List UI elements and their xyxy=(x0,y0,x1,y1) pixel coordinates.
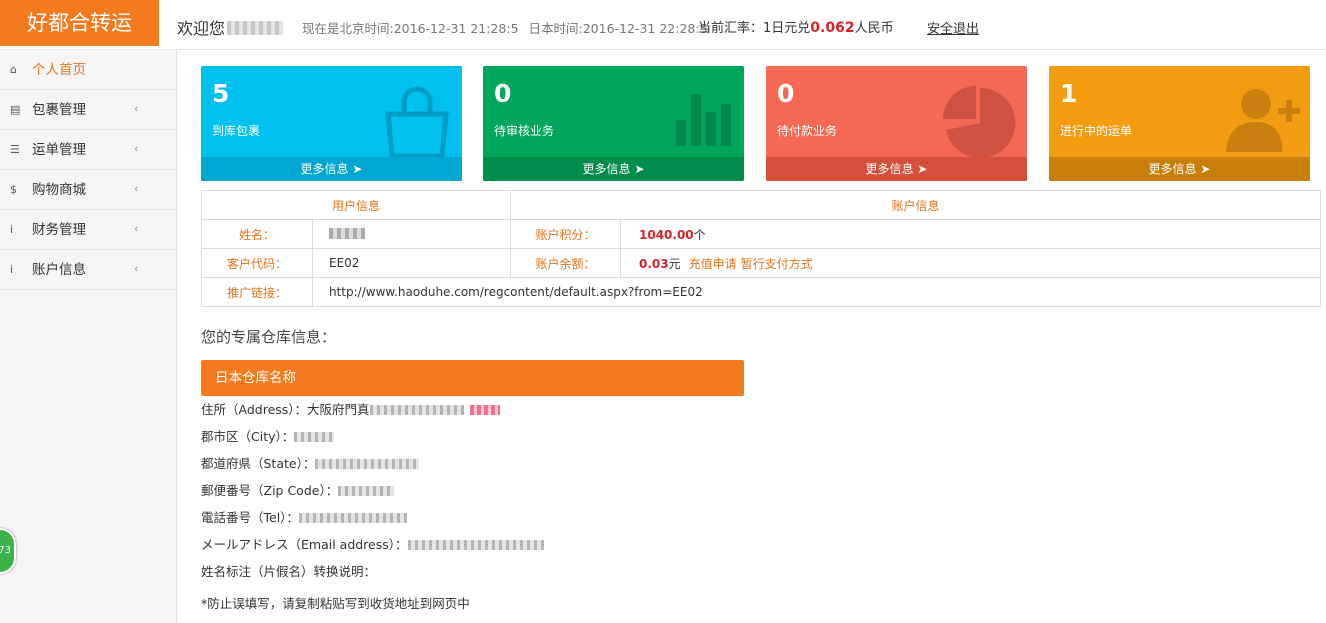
sidebar-item-waybills[interactable]: ☰ 运单管理 ‹ xyxy=(0,130,176,170)
home-icon: ⌂ xyxy=(10,63,17,76)
stat-value: 1 xyxy=(1060,79,1078,108)
table-row: 姓名： 账户积分： 1040.00个 xyxy=(201,219,1321,249)
balance-label: 账户余额： xyxy=(510,248,621,278)
warehouse-section-title: 您的专属仓库信息： xyxy=(201,328,337,346)
chevron-left-icon: ‹ xyxy=(134,262,139,275)
stat-value: 5 xyxy=(212,79,230,108)
sidebar-item-shop[interactable]: $ 购物商城 ‹ xyxy=(0,170,176,210)
stat-label: 待审核业务 xyxy=(494,124,555,138)
username-redacted xyxy=(227,21,284,35)
tel-line[interactable]: 電話番号（Tel）： xyxy=(201,504,744,531)
payment-method-link[interactable]: 暂行支付方式 xyxy=(741,257,813,271)
points-label: 账户积分： xyxy=(510,219,621,249)
points-value: 1040.00 xyxy=(639,227,694,242)
chevron-left-icon: ‹ xyxy=(134,142,139,155)
sidebar-item-home[interactable]: ⌂ 个人首页 xyxy=(0,50,176,90)
balance-value: 0.03 xyxy=(639,256,669,271)
more-info-link[interactable]: 更多信息 ➤ xyxy=(766,157,1027,181)
zip-line[interactable]: 郵便番号（Zip Code）： xyxy=(201,477,744,504)
stat-label: 进行中的运单 xyxy=(1060,124,1133,138)
pie-chart-icon xyxy=(943,86,1016,158)
japan-time: 日本时间:2016-12-31 22:28:5 xyxy=(528,21,708,36)
more-info-link[interactable]: 更多信息 ➤ xyxy=(1049,157,1310,181)
welcome-text: 欢迎您 xyxy=(177,15,284,39)
recharge-link[interactable]: 充值申请 xyxy=(689,257,737,271)
email-line[interactable]: メールアドレス（Email address）： xyxy=(201,531,744,558)
time-info: 现在是北京时间:2016-12-31 21:28:5 日本时间:2016-12-… xyxy=(302,18,714,37)
stat-card-active-waybills: 1 进行中的运单 更多信息 ➤ xyxy=(1049,66,1310,181)
name-value xyxy=(312,219,511,249)
account-info-header: 账户信息 xyxy=(510,190,1321,220)
name-label: 姓名： xyxy=(201,219,313,249)
sidebar-item-account[interactable]: i 账户信息 ‹ xyxy=(0,250,176,290)
exchange-rate: 当前汇率：1日元兑0.062人民币 xyxy=(698,20,894,36)
table-row: 用户信息 账户信息 xyxy=(201,190,1321,220)
more-info-link[interactable]: 更多信息 ➤ xyxy=(483,157,744,181)
stat-value: 0 xyxy=(777,79,795,108)
bar-chart-icon xyxy=(676,94,731,146)
stat-card-pending-review: 0 待审核业务 更多信息 ➤ xyxy=(483,66,744,181)
info-icon: i xyxy=(10,263,14,276)
dollar-icon: $ xyxy=(10,183,17,196)
stat-card-arrived-packages: 5 到库包裹 更多信息 ➤ xyxy=(201,66,462,181)
sidebar-item-packages[interactable]: ▤ 包裹管理 ‹ xyxy=(0,90,176,130)
top-header: 好都合转运 欢迎您 现在是北京时间:2016-12-31 21:28:5 日本时… xyxy=(0,0,1326,50)
chevron-left-icon: ‹ xyxy=(134,182,139,195)
chevron-left-icon: ‹ xyxy=(134,222,139,235)
stat-card-pending-payment: 0 待付款业务 更多信息 ➤ xyxy=(766,66,1027,181)
name-redacted xyxy=(329,228,365,239)
chevron-left-icon: ‹ xyxy=(134,102,139,115)
site-logo[interactable]: 好都合转运 xyxy=(0,0,159,46)
city-line[interactable]: 郡市区（City）： xyxy=(201,423,744,450)
balance-cell: 0.03元 充值申请 暂行支付方式 xyxy=(620,248,1321,278)
customer-code-label: 客户代码： xyxy=(201,248,313,278)
table-row: 推广链接： http://www.haoduhe.com/regcontent/… xyxy=(201,277,1321,307)
sidebar: ⌂ 个人首页 ▤ 包裹管理 ‹ ☰ 运单管理 ‹ $ 购物商城 ‹ i 财务管理… xyxy=(0,50,177,623)
table-row: 客户代码： EE02 账户余额： 0.03元 充值申请 暂行支付方式 xyxy=(201,248,1321,278)
referral-link-label: 推广链接： xyxy=(201,277,313,307)
stat-value: 0 xyxy=(494,79,512,108)
customer-code-value: EE02 xyxy=(312,248,511,278)
warehouse-panel: 日本仓库名称 住所（Address）：大阪府門真 郡市区（City）： 都道府県… xyxy=(201,360,744,623)
list-icon: ☰ xyxy=(10,143,20,156)
copy-note: *防止误填写，请复制粘贴写到收货地址到网页中 xyxy=(201,596,470,611)
state-line[interactable]: 都道府県（State）： xyxy=(201,450,744,477)
info-icon: i xyxy=(10,223,14,236)
sidebar-item-finance[interactable]: i 财务管理 ‹ xyxy=(0,210,176,250)
stat-label: 到库包裹 xyxy=(212,124,261,138)
points-cell: 1040.00个 xyxy=(620,219,1321,249)
user-add-icon xyxy=(1226,89,1300,152)
beijing-time: 现在是北京时间:2016-12-31 21:28:5 xyxy=(302,21,519,36)
more-info-link[interactable]: 更多信息 ➤ xyxy=(201,157,462,181)
address-line[interactable]: 住所（Address）：大阪府門真 xyxy=(201,396,744,423)
rate-value: 0.062 xyxy=(810,20,855,36)
shopping-bag-icon xyxy=(385,86,449,158)
inbox-icon: ▤ xyxy=(10,103,21,116)
account-info-table: 用户信息 账户信息 姓名： 账户积分： 1040.00个 客户代码： EE02 … xyxy=(201,190,1321,307)
stat-label: 待付款业务 xyxy=(777,124,838,138)
kana-line: 姓名标注（片假名）转换说明： xyxy=(201,564,377,579)
logout-link[interactable]: 安全退出 xyxy=(927,18,979,37)
warehouse-panel-title: 日本仓库名称 xyxy=(201,360,744,396)
user-info-header: 用户信息 xyxy=(201,190,511,220)
main-content: 5 到库包裹 更多信息 ➤ 0 待审核业务 更多信息 ➤ 0 待付款业务 更多信… xyxy=(177,50,1326,623)
referral-link-value[interactable]: http://www.haoduhe.com/regcontent/defaul… xyxy=(312,277,1321,307)
